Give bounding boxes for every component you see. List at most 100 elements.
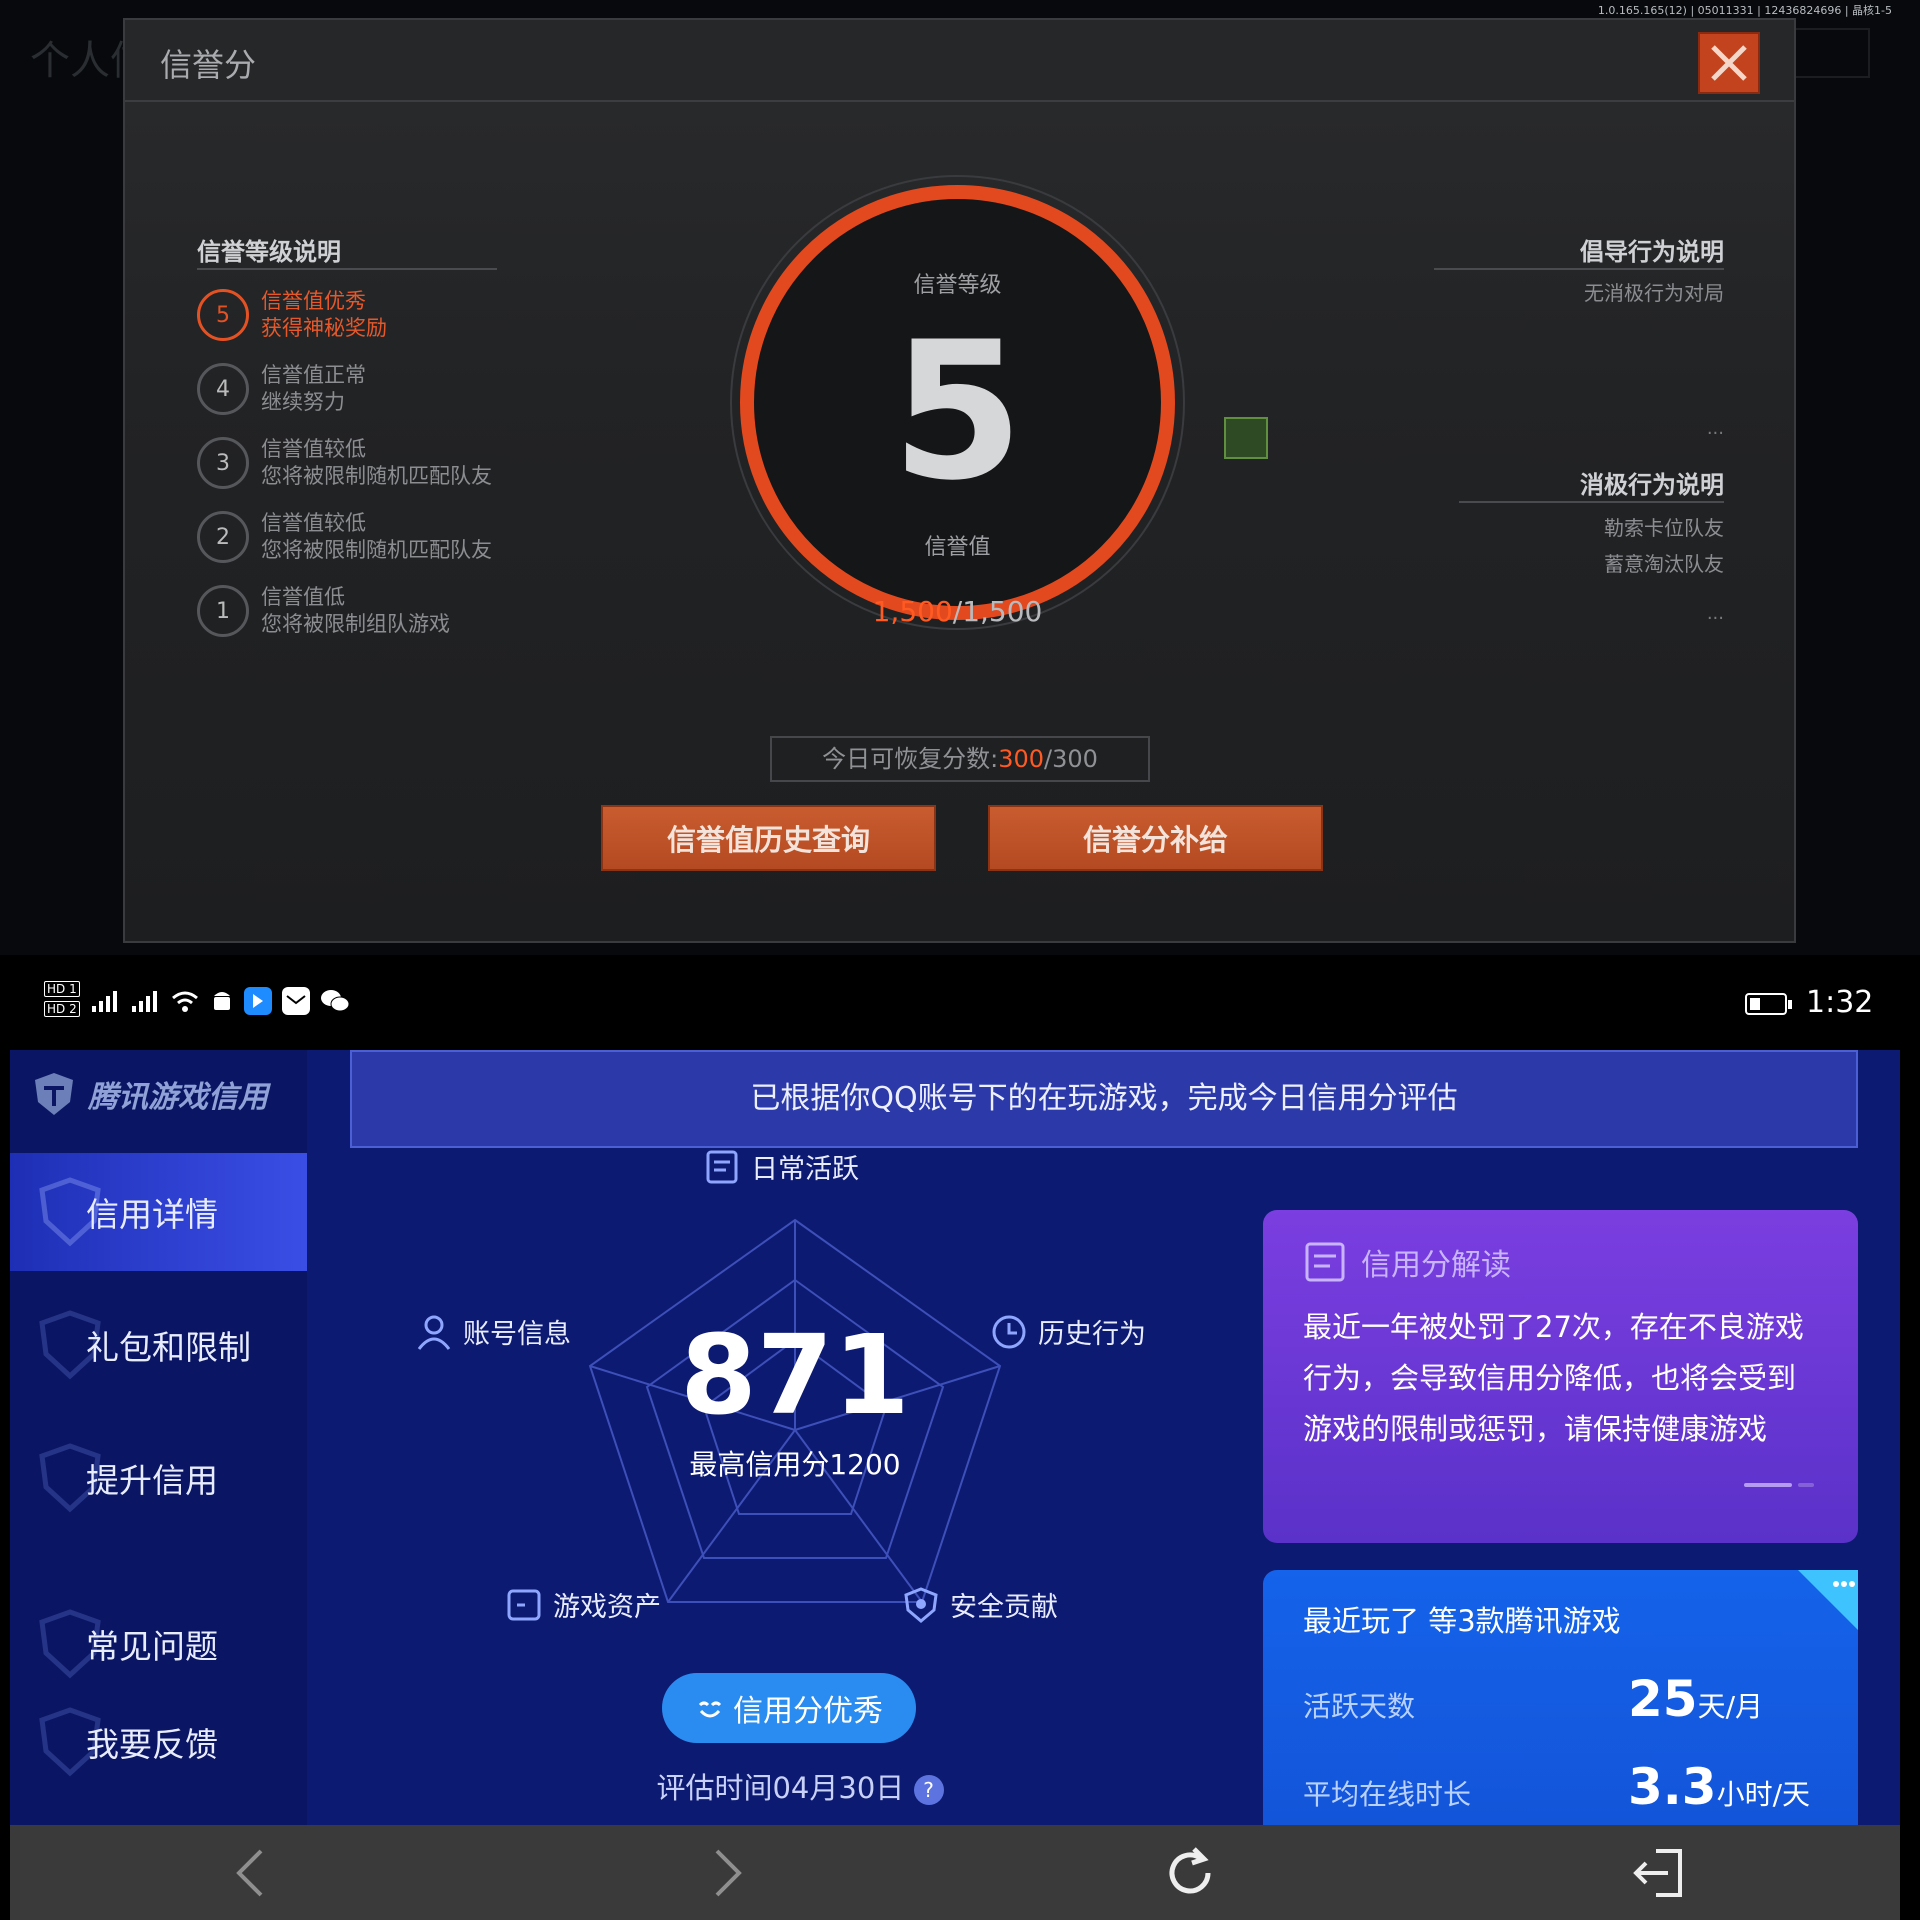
evaluation-time: 评估时间04月30日 ? bbox=[610, 1765, 990, 1807]
brand-name: 腾讯游戏信用 bbox=[88, 1080, 268, 1115]
rank-badge-icon bbox=[1224, 417, 1268, 459]
more-icon[interactable] bbox=[1798, 1570, 1858, 1630]
level-description-title: 信誉等级说明 bbox=[197, 238, 341, 266]
wechat-icon bbox=[320, 990, 350, 1012]
level-title: 信誉值较低 bbox=[261, 511, 366, 535]
reputation-dialog: 信誉分 信誉等级说明 5 信誉值优秀获得神秘奖励 4 信誉值正常继续努力 3 信… bbox=[123, 18, 1796, 943]
nav-gifts-limits[interactable]: 礼包和限制 bbox=[10, 1286, 307, 1404]
back-icon[interactable] bbox=[223, 1843, 283, 1903]
dialog-header: 信誉分 bbox=[125, 20, 1794, 102]
online-time-row: 平均在线时长 3.3小时/天 bbox=[1303, 1758, 1811, 1816]
exit-icon[interactable] bbox=[1630, 1843, 1690, 1903]
divider bbox=[1459, 501, 1724, 503]
level-number: 3 bbox=[197, 437, 249, 489]
status-bar: HD 1 HD 2 1:32 bbox=[0, 955, 1920, 1050]
level-desc: 您将被限制随机匹配队友 bbox=[261, 464, 492, 488]
level-desc: 继续努力 bbox=[261, 390, 345, 414]
daily-recoverable: 今日可恢复分数:300/300 bbox=[770, 736, 1150, 782]
battery-icon bbox=[1745, 993, 1792, 1015]
credit-score: 871 bbox=[680, 1311, 910, 1439]
forward-icon[interactable] bbox=[695, 1843, 755, 1903]
reputation-score: 1,500/1,500 bbox=[872, 595, 1043, 628]
level-title: 信誉值低 bbox=[261, 585, 345, 609]
mail-icon bbox=[281, 987, 310, 1015]
background-back-button bbox=[1790, 28, 1870, 78]
level-row-1: 1 信誉值低您将被限制组队游戏 bbox=[197, 584, 450, 638]
more-dots: ... bbox=[1706, 418, 1724, 439]
level-row-2: 2 信誉值较低您将被限制随机匹配队友 bbox=[197, 510, 492, 564]
advocate-item: 无消极行为对局 bbox=[1584, 281, 1724, 305]
smile-icon bbox=[698, 1701, 722, 1718]
evaluation-banner: 已根据你QQ账号下的在玩游戏，完成今日信用分评估 bbox=[350, 1050, 1858, 1148]
close-button[interactable] bbox=[1698, 32, 1760, 94]
wifi-icon bbox=[171, 991, 198, 1012]
radar-label-assets: 游戏资产 bbox=[505, 1585, 661, 1624]
document-icon bbox=[1305, 1242, 1345, 1282]
divider bbox=[1434, 268, 1724, 270]
signal-icon bbox=[131, 991, 157, 1012]
sidebar: 腾讯游戏信用 信用详情 礼包和限制 提升信用 常见问题 我要反馈 bbox=[10, 1050, 307, 1825]
max-score: 最高信用分1200 bbox=[689, 1448, 901, 1481]
refresh-icon[interactable] bbox=[1160, 1843, 1220, 1903]
nav-improve-credit[interactable]: 提升信用 bbox=[10, 1419, 307, 1537]
game-screen: 个人信 1.0.165.165(12) | 05011331 | 1243682… bbox=[0, 0, 1920, 955]
browser-nav-bar bbox=[10, 1825, 1900, 1920]
app-icon bbox=[243, 987, 272, 1015]
shield-icon bbox=[904, 1586, 938, 1623]
nav-label: 信用详情 bbox=[86, 1195, 218, 1234]
android-icon bbox=[213, 992, 230, 1010]
hd1-icon: HD 1 bbox=[44, 981, 80, 997]
level-row-3: 3 信誉值较低您将被限制随机匹配队友 bbox=[197, 436, 492, 490]
help-icon[interactable]: ? bbox=[913, 1775, 944, 1805]
recent-games-card: 最近玩了 等3款腾讯游戏 活跃天数 25天/月 平均在线时长 3.3小时/天 bbox=[1263, 1570, 1858, 1825]
reputation-level: 5 bbox=[891, 301, 1024, 522]
level-number: 2 bbox=[197, 511, 249, 563]
divider bbox=[197, 268, 497, 270]
wallet-icon bbox=[507, 1589, 541, 1620]
level-desc: 您将被限制组队游戏 bbox=[261, 612, 450, 636]
active-days-row: 活跃天数 25天/月 bbox=[1303, 1670, 1764, 1728]
radar-label-account: 账号信息 bbox=[415, 1312, 571, 1351]
nav-label: 礼包和限制 bbox=[86, 1328, 251, 1367]
score-supplement-button[interactable]: 信誉分补给 bbox=[988, 805, 1323, 871]
negative-item: 蓄意淘汰队友 bbox=[1604, 552, 1724, 576]
radar-label-daily: 日常活跃 bbox=[703, 1147, 859, 1186]
nav-feedback[interactable]: 我要反馈 bbox=[10, 1683, 307, 1801]
credit-app: 腾讯游戏信用 信用详情 礼包和限制 提升信用 常见问题 我要反馈 已根据你QQ账… bbox=[10, 1050, 1900, 1825]
level-row-4: 4 信誉值正常继续努力 bbox=[197, 362, 366, 416]
level-title: 信誉值较低 bbox=[261, 437, 366, 461]
advocate-section: 倡导行为说明 无消极行为对局 bbox=[1580, 232, 1724, 311]
brand-logo-icon bbox=[35, 1073, 73, 1115]
dialog-title: 信誉分 bbox=[160, 46, 257, 84]
history-query-button[interactable]: 信誉值历史查询 bbox=[601, 805, 936, 871]
credit-level-pill[interactable]: 信用分优秀 bbox=[662, 1673, 916, 1743]
brand: 腾讯游戏信用 bbox=[30, 1070, 268, 1118]
card-title: 信用分解读 bbox=[1361, 1248, 1511, 1283]
nav-label: 我要反馈 bbox=[86, 1725, 218, 1764]
more-dots: ... bbox=[1706, 603, 1724, 624]
negative-title: 消极行为说明 bbox=[1580, 471, 1724, 499]
level-label: 信誉等级 bbox=[913, 273, 1002, 298]
nav-label: 常见问题 bbox=[86, 1627, 218, 1666]
level-number: 1 bbox=[197, 585, 249, 637]
clock: 1:32 bbox=[1806, 985, 1874, 1020]
negative-item: 勒索卡位队友 bbox=[1604, 516, 1724, 540]
radar-label-security: 安全贡献 bbox=[902, 1585, 1058, 1624]
card-title: 最近玩了 等3款腾讯游戏 bbox=[1303, 1604, 1621, 1638]
level-title: 信誉值优秀 bbox=[261, 289, 366, 313]
level-row-5: 5 信誉值优秀 获得神秘奖励 bbox=[197, 288, 387, 342]
hd2-icon: HD 2 bbox=[44, 1001, 80, 1017]
nav-credit-detail[interactable]: 信用详情 bbox=[10, 1153, 307, 1271]
version-text: 1.0.165.165(12) | 05011331 | 12436824696… bbox=[1597, 4, 1892, 17]
credit-interpretation-card: 信用分解读 最近一年被处罚了27次，存在不良游戏行为，会导致信用分降低，也将会受… bbox=[1263, 1210, 1858, 1543]
reputation-ring: 信誉等级 5 信誉值 1,500/1,500 bbox=[730, 175, 1268, 665]
negative-section: 消极行为说明 勒索卡位队友 蓄意淘汰队友 bbox=[1580, 465, 1724, 582]
level-desc: 您将被限制随机匹配队友 bbox=[261, 538, 492, 562]
level-number: 4 bbox=[197, 363, 249, 415]
nav-label: 提升信用 bbox=[86, 1461, 218, 1500]
signal-icon bbox=[91, 991, 117, 1012]
level-title: 信誉值正常 bbox=[261, 363, 366, 387]
level-desc: 获得神秘奖励 bbox=[261, 316, 387, 340]
document-icon bbox=[706, 1150, 738, 1183]
advocate-title: 倡导行为说明 bbox=[1580, 238, 1724, 266]
